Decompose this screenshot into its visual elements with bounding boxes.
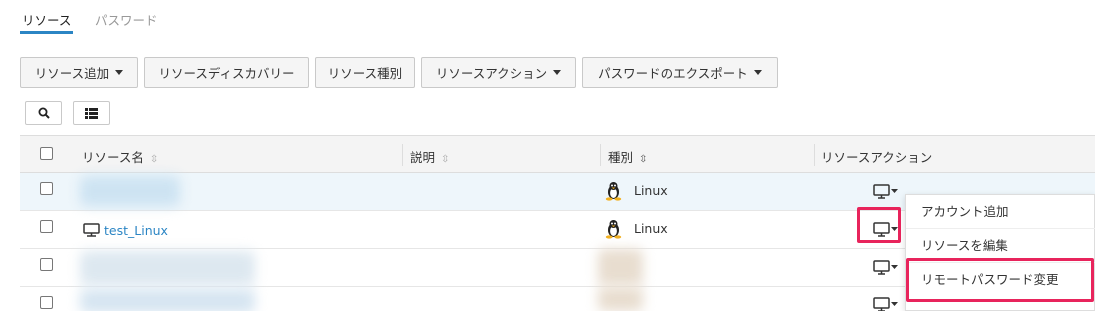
resource-type: Linux (634, 221, 668, 236)
resource-type-label: リソース種別 (327, 66, 403, 81)
resource-action-button[interactable]: リソースアクション (421, 57, 576, 88)
redacted-resource-name (80, 176, 180, 206)
tab-passwords[interactable]: パスワード (95, 10, 158, 29)
tab-bar: リソース パスワード (20, 0, 1095, 36)
list-icon (85, 107, 98, 119)
row-checkbox[interactable] (40, 258, 53, 271)
row-checkbox[interactable] (40, 182, 53, 195)
action-icon-highlight (857, 207, 901, 243)
header-resource-name-label: リソース名 (82, 150, 144, 165)
chevron-down-icon (115, 70, 124, 75)
monitor-icon (83, 223, 100, 237)
remote-connect-icon[interactable] (873, 184, 899, 200)
sort-icon: ⇳ (441, 154, 450, 165)
search-button[interactable] (25, 101, 62, 125)
redacted-resource-name (80, 289, 255, 311)
linux-penguin-icon (605, 220, 622, 239)
resource-type-button[interactable]: リソース種別 (315, 57, 415, 88)
header-resource-action: リソースアクション (821, 150, 933, 165)
redacted-resource-type (598, 249, 643, 285)
redacted-resource-type (598, 287, 643, 311)
add-resource-button[interactable]: リソース追加 (20, 57, 138, 88)
column-list-button[interactable] (73, 101, 110, 125)
resource-action-label: リソースアクション (435, 66, 548, 81)
sort-icon: ⇳ (149, 154, 159, 165)
redacted-resource-name (80, 251, 255, 285)
menu-item-highlight (906, 258, 1094, 302)
resource-type: Linux (634, 183, 668, 198)
password-export-label: パスワードのエクスポート (598, 66, 748, 81)
resource-discovery-label: リソースディスカバリー (158, 66, 295, 81)
header-description-label: 説明 (410, 150, 436, 165)
header-description[interactable]: 説明 ⇳ (410, 147, 449, 166)
linux-penguin-icon (605, 182, 622, 201)
chevron-down-icon (553, 70, 562, 75)
add-resource-label: リソース追加 (34, 66, 110, 81)
search-icon (38, 107, 50, 119)
resource-name-link[interactable]: test_Linux (104, 223, 168, 238)
column-divider (814, 144, 815, 166)
column-divider (600, 144, 601, 166)
chevron-down-icon (753, 70, 762, 75)
header-type[interactable]: 種別 ⇳ (608, 147, 647, 166)
column-divider (402, 144, 403, 166)
password-export-button[interactable]: パスワードのエクスポート (582, 57, 778, 88)
tab-resources[interactable]: リソース (22, 10, 71, 29)
menu-item-add-account[interactable]: アカウント追加 (906, 195, 1095, 229)
row-checkbox[interactable] (40, 220, 53, 233)
remote-connect-icon[interactable] (873, 260, 899, 276)
select-all-checkbox[interactable] (40, 147, 53, 160)
row-checkbox[interactable] (40, 296, 53, 309)
header-type-label: 種別 (608, 150, 634, 165)
sort-icon: ⇳ (639, 154, 648, 165)
remote-connect-icon[interactable] (873, 297, 899, 311)
active-tab-indicator (20, 31, 73, 34)
header-resource-name[interactable]: リソース名 ⇳ (82, 147, 158, 166)
table-header: リソース名 ⇳ 説明 ⇳ 種別 ⇳ リソースアクション (20, 135, 1095, 173)
resource-discovery-button[interactable]: リソースディスカバリー (144, 57, 309, 88)
